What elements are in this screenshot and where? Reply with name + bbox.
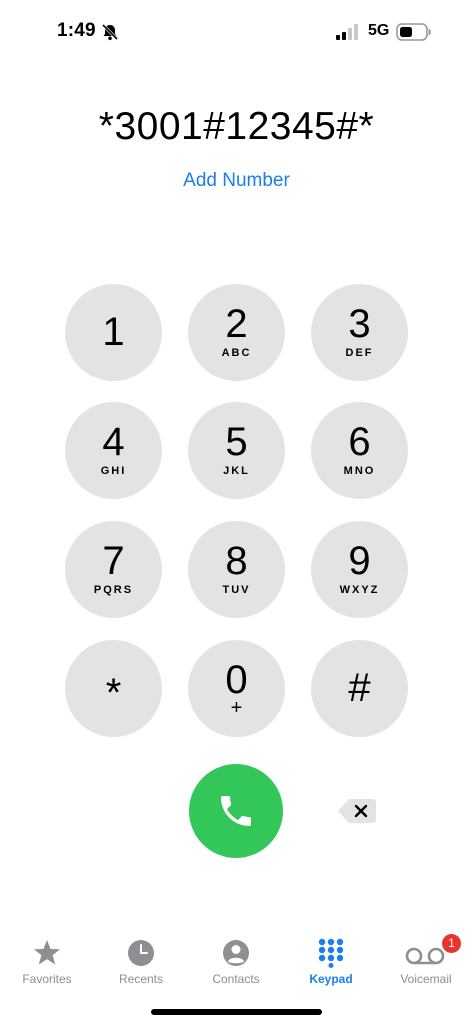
- key-hash[interactable]: #: [311, 640, 408, 737]
- home-indicator[interactable]: [151, 1009, 322, 1015]
- key-8[interactable]: 8 TUV: [188, 521, 285, 618]
- key-6[interactable]: 6 MNO: [311, 402, 408, 499]
- key-letters: JKL: [223, 465, 250, 477]
- battery-icon: [396, 23, 431, 41]
- clock-icon: [128, 940, 154, 966]
- key-letters: DEF: [345, 347, 374, 359]
- tab-recents[interactable]: Recents: [94, 930, 188, 1000]
- status-time: 1:49: [57, 20, 96, 41]
- key-letters: MNO: [343, 465, 376, 477]
- key-digit: 3: [348, 302, 371, 346]
- voicemail-badge: 1: [442, 934, 461, 953]
- key-2[interactable]: 2 ABC: [188, 284, 285, 381]
- voicemail-icon: [405, 947, 445, 965]
- key-digit: *: [105, 671, 122, 715]
- call-button[interactable]: [189, 764, 283, 858]
- key-3[interactable]: 3 DEF: [311, 284, 408, 381]
- phone-icon: [221, 796, 251, 826]
- delete-backspace-icon[interactable]: [337, 797, 377, 825]
- key-0[interactable]: 0 +: [188, 640, 285, 737]
- key-digit: 5: [225, 420, 248, 464]
- key-digit: 0: [225, 658, 248, 702]
- add-number-link[interactable]: Add Number: [0, 170, 473, 192]
- key-star[interactable]: *: [65, 640, 162, 737]
- key-letters: PQRS: [93, 584, 134, 596]
- dialed-number-display: *3001#12345#*: [98, 105, 375, 148]
- key-digit: 2: [225, 302, 248, 346]
- cellular-signal-icon: [336, 24, 358, 40]
- tab-keypad[interactable]: Keypad: [284, 930, 378, 1000]
- key-letters: ABC: [221, 347, 252, 359]
- star-icon: [34, 940, 60, 965]
- key-digit: 1: [102, 310, 125, 354]
- tab-label: Favorites: [22, 972, 72, 986]
- tab-label: Contacts: [212, 972, 260, 986]
- key-letters: +: [230, 697, 243, 719]
- keypad-grid-icon: [318, 938, 344, 968]
- key-letters: TUV: [222, 584, 251, 596]
- key-4[interactable]: 4 GHI: [65, 402, 162, 499]
- status-bar: 1:49 5G: [0, 0, 473, 60]
- person-circle-icon: [223, 940, 249, 966]
- tab-favorites[interactable]: Favorites: [0, 930, 94, 1000]
- key-digit: 9: [348, 539, 371, 583]
- key-letters: WXYZ: [339, 584, 380, 596]
- tab-label: Voicemail: [400, 972, 452, 986]
- bell-slash-icon: [101, 23, 119, 41]
- tab-label: Recents: [118, 972, 164, 986]
- key-7[interactable]: 7 PQRS: [65, 521, 162, 618]
- key-digit: 6: [348, 420, 371, 464]
- network-label: 5G: [368, 22, 390, 39]
- key-digit: 8: [225, 539, 248, 583]
- key-1[interactable]: 1: [65, 284, 162, 381]
- key-5[interactable]: 5 JKL: [188, 402, 285, 499]
- key-digit: 4: [102, 420, 125, 464]
- tab-label: Keypad: [309, 972, 353, 986]
- key-digit: 7: [102, 539, 125, 583]
- key-9[interactable]: 9 WXYZ: [311, 521, 408, 618]
- key-digit: #: [348, 666, 371, 710]
- tab-contacts[interactable]: Contacts: [189, 930, 283, 1000]
- key-letters: GHI: [100, 465, 127, 477]
